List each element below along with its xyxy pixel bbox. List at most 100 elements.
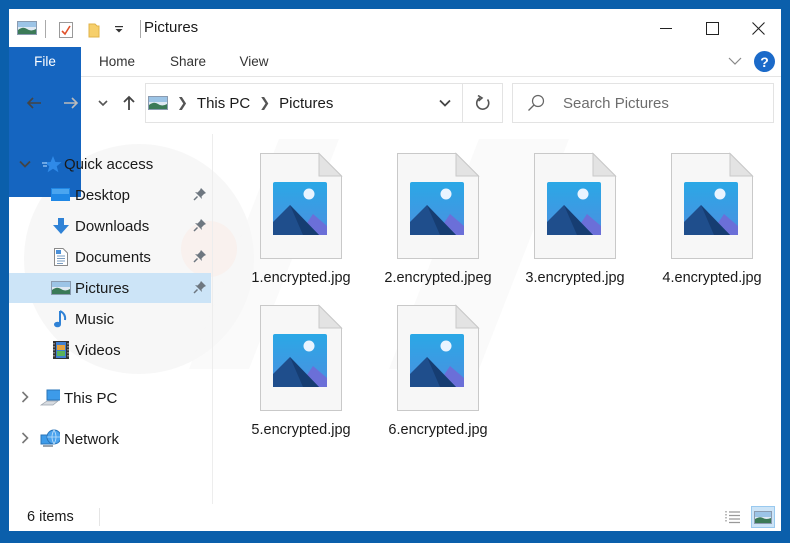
image-file-icon bbox=[260, 304, 343, 411]
file-name: 5.encrypted.jpg bbox=[251, 422, 351, 438]
file-item[interactable]: 2.encrypted.jpeg bbox=[373, 142, 503, 292]
details-view-icon bbox=[725, 511, 740, 524]
videos-icon bbox=[51, 340, 71, 360]
title-bar: Pictures bbox=[9, 9, 781, 47]
refresh-button[interactable] bbox=[462, 84, 502, 122]
window-title: Pictures bbox=[144, 19, 199, 36]
breadcrumb-this-pc[interactable]: This PC bbox=[197, 95, 250, 112]
downloads-icon bbox=[51, 216, 71, 236]
pictures-icon bbox=[51, 278, 71, 298]
customize-dropdown-icon[interactable] bbox=[114, 21, 126, 37]
file-item[interactable]: 3.encrypted.jpg bbox=[510, 142, 640, 292]
pin-icon[interactable] bbox=[193, 249, 207, 267]
navigation-pane: Quick access Desktop Downloads Documents bbox=[9, 149, 212, 499]
properties-icon[interactable] bbox=[58, 21, 76, 38]
file-name: 4.encrypted.jpg bbox=[662, 270, 762, 286]
tab-share[interactable]: Share bbox=[159, 47, 217, 76]
image-file-icon bbox=[671, 152, 754, 259]
sidebar-item-videos[interactable]: Videos bbox=[9, 335, 211, 365]
pin-icon[interactable] bbox=[193, 187, 207, 205]
sidebar-label: Network bbox=[64, 430, 120, 448]
sidebar-item-documents[interactable]: Documents bbox=[9, 242, 211, 272]
pictures-folder-icon[interactable] bbox=[17, 21, 37, 37]
maximize-button[interactable] bbox=[689, 9, 735, 47]
chevron-down-icon bbox=[728, 57, 742, 65]
desktop-icon bbox=[51, 185, 71, 205]
image-file-icon bbox=[397, 304, 480, 411]
tab-view[interactable]: View bbox=[229, 47, 279, 76]
up-button[interactable] bbox=[119, 92, 139, 114]
breadcrumb-separator-icon: ❯ bbox=[259, 95, 271, 110]
breadcrumb-separator-icon: ❯ bbox=[177, 95, 188, 110]
pane-divider[interactable] bbox=[212, 134, 213, 504]
address-bar[interactable]: ❯ This PC ❯ Pictures bbox=[145, 83, 503, 123]
music-icon bbox=[51, 309, 71, 329]
minimize-button[interactable] bbox=[643, 9, 689, 47]
details-view-button[interactable] bbox=[721, 506, 745, 528]
pin-icon[interactable] bbox=[193, 280, 207, 298]
toolbar-separator bbox=[140, 20, 141, 38]
sidebar-item-network[interactable]: Network bbox=[9, 424, 211, 454]
chevron-down-icon[interactable] bbox=[19, 157, 31, 171]
sidebar-label: Music bbox=[75, 310, 115, 328]
pictures-location-icon bbox=[148, 96, 168, 110]
status-bar: 6 items bbox=[9, 504, 781, 531]
file-name: 3.encrypted.jpg bbox=[525, 270, 625, 286]
file-item[interactable]: 5.encrypted.jpg bbox=[236, 294, 366, 444]
file-list: 1.encrypted.jpg 2.encrypted.jpeg 3.encry… bbox=[224, 134, 779, 504]
sidebar-label: Desktop bbox=[75, 186, 131, 204]
breadcrumb-pictures[interactable]: Pictures bbox=[279, 95, 333, 112]
large-icons-view-button[interactable] bbox=[751, 506, 775, 528]
expand-ribbon-button[interactable] bbox=[728, 53, 742, 71]
chevron-down-icon bbox=[98, 100, 108, 107]
chevron-down-icon bbox=[439, 99, 451, 107]
refresh-icon bbox=[475, 95, 490, 110]
large-icons-view-icon bbox=[754, 510, 772, 524]
file-item[interactable]: 4.encrypted.jpg bbox=[647, 142, 777, 292]
sidebar-item-downloads[interactable]: Downloads bbox=[9, 211, 211, 241]
sidebar-label: Downloads bbox=[75, 217, 150, 235]
arrow-left-icon bbox=[26, 97, 41, 109]
chevron-right-icon[interactable] bbox=[19, 390, 31, 406]
image-file-icon bbox=[534, 152, 617, 259]
search-icon bbox=[528, 94, 545, 111]
sidebar-item-this-pc[interactable]: This PC bbox=[9, 383, 211, 413]
sidebar-label: Pictures bbox=[75, 279, 130, 297]
sidebar-label: This PC bbox=[64, 389, 118, 407]
maximize-icon bbox=[705, 21, 719, 35]
breadcrumb: ❯ This PC ❯ Pictures bbox=[148, 84, 333, 122]
pin-icon[interactable] bbox=[193, 218, 207, 236]
star-icon bbox=[42, 154, 62, 174]
ribbon-controls: ? bbox=[728, 51, 775, 72]
new-folder-icon[interactable] bbox=[86, 21, 104, 38]
file-name: 6.encrypted.jpg bbox=[388, 422, 488, 438]
sidebar-item-quick-access[interactable]: Quick access bbox=[9, 149, 211, 179]
sidebar-label: Quick access bbox=[64, 155, 154, 173]
file-explorer-window: Pictures File Home Share View ? ❯ This P… bbox=[9, 9, 781, 531]
search-box bbox=[512, 83, 774, 123]
window-controls bbox=[643, 9, 781, 47]
status-divider bbox=[99, 508, 100, 526]
quick-access-toolbar bbox=[17, 20, 153, 38]
navigation-bar: ❯ This PC ❯ Pictures bbox=[9, 77, 781, 129]
back-button[interactable] bbox=[24, 92, 44, 114]
recent-locations-button[interactable] bbox=[93, 92, 113, 114]
arrow-right-icon bbox=[64, 97, 79, 109]
file-item[interactable]: 1.encrypted.jpg bbox=[236, 142, 366, 292]
minimize-icon bbox=[660, 28, 672, 29]
forward-button[interactable] bbox=[61, 92, 81, 114]
image-file-icon bbox=[260, 152, 343, 259]
sidebar-item-music[interactable]: Music bbox=[9, 304, 211, 334]
address-history-button[interactable] bbox=[430, 84, 460, 122]
sidebar-item-desktop[interactable]: Desktop bbox=[9, 180, 211, 210]
search-input[interactable] bbox=[563, 84, 763, 122]
sidebar-item-pictures[interactable]: Pictures bbox=[9, 273, 211, 303]
tab-home[interactable]: Home bbox=[87, 47, 147, 76]
arrow-up-icon bbox=[123, 95, 135, 110]
file-item[interactable]: 6.encrypted.jpg bbox=[373, 294, 503, 444]
chevron-right-icon[interactable] bbox=[19, 431, 31, 447]
documents-icon bbox=[51, 247, 71, 267]
help-button[interactable]: ? bbox=[754, 51, 775, 72]
this-pc-icon bbox=[40, 388, 60, 408]
close-button[interactable] bbox=[735, 9, 781, 47]
